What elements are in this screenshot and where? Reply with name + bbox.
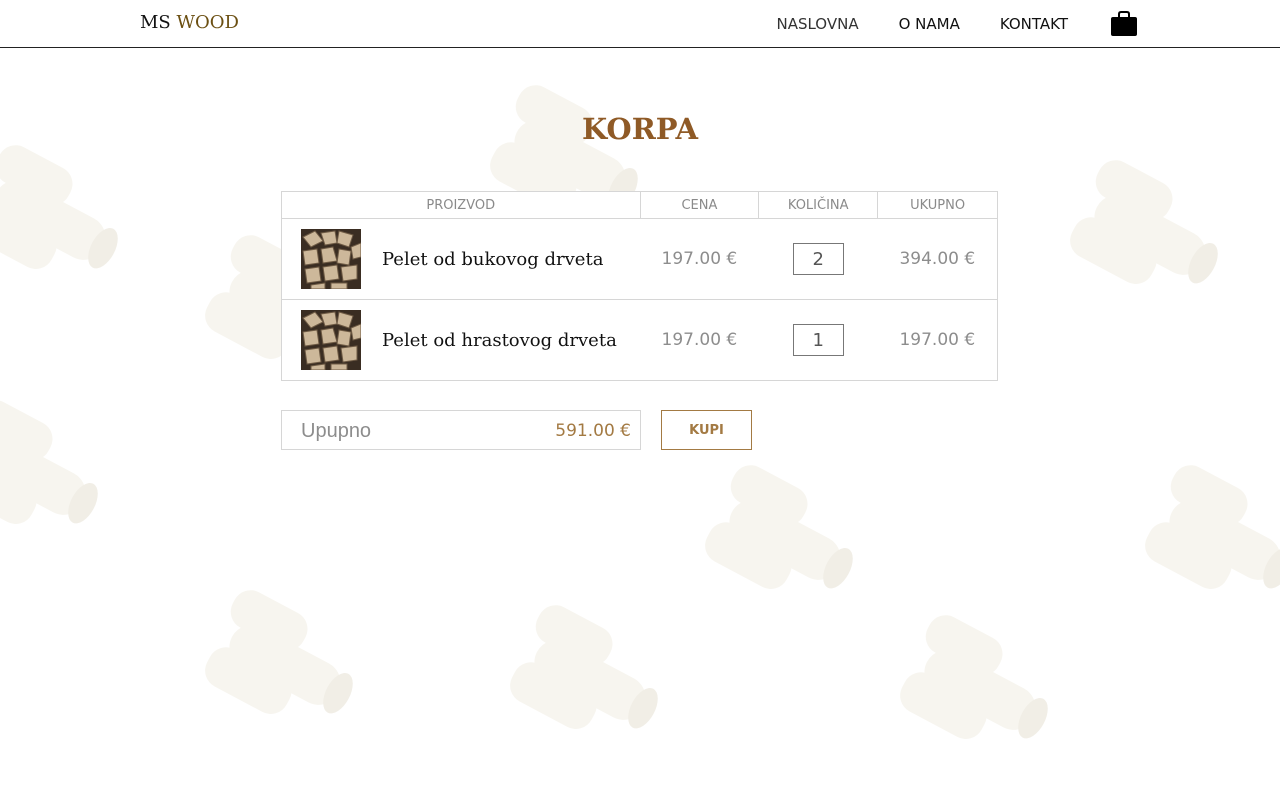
column-header-quantity: KOLIČINA [758,191,879,219]
summary-label: Upupno [301,420,372,442]
cart-summary: Upupno 591.00 € [281,410,641,450]
main-nav: NASLOVNA O NAMA KONTAKT [736,0,1138,48]
product-total: 394.00 € [899,249,976,269]
wood-pellet-thumbnail [301,229,361,289]
cart-product-cell: Pelet od bukovog drveta [281,218,640,300]
summary-total-value: 591.00 € [555,421,631,441]
quantity-input[interactable] [792,324,844,356]
product-total: 197.00 € [899,330,976,350]
product-price: 197.00 € [661,249,738,269]
nav-link-kontakt[interactable]: KONTAKT [1000,15,1068,33]
cart-total-cell: 394.00 € [877,218,998,300]
wood-pellet-thumbnail [301,310,361,370]
column-header-product: PROIZVOD [281,191,641,219]
cart-table: PROIZVOD CENA KOLIČINA UKUPNO Pelet od b… [281,191,998,381]
shopping-bag-icon[interactable] [1110,11,1138,37]
column-header-total: UKUPNO [877,191,998,219]
cart-header-row: PROIZVOD CENA KOLIČINA UKUPNO [281,191,998,219]
cart-row: Pelet od hrastovog drveta 197.00 € 197.0… [281,299,998,381]
nav-link-naslovna[interactable]: NASLOVNA [776,15,858,33]
buy-button[interactable]: KUPI [661,410,752,450]
cart-quantity-cell [758,299,878,381]
cart-quantity-cell [758,218,878,300]
cart-price-cell: 197.00 € [640,299,759,381]
product-price: 197.00 € [661,330,738,350]
cart-product-cell: Pelet od hrastovog drveta [281,299,640,381]
logo-wood: WOOD [176,12,239,33]
cart-price-cell: 197.00 € [640,218,759,300]
logo-ms: MS [140,12,171,33]
cart-total-cell: 197.00 € [877,299,998,381]
nav-link-o-nama[interactable]: O NAMA [899,15,960,33]
column-header-price: CENA [639,191,760,219]
site-logo[interactable]: MS WOOD [140,12,239,33]
page-title: KORPA [582,112,698,146]
product-name[interactable]: Pelet od bukovog drveta [382,249,603,270]
cart-row: Pelet od bukovog drveta 197.00 € 394.00 … [281,218,998,300]
quantity-input[interactable] [792,243,844,275]
product-name[interactable]: Pelet od hrastovog drveta [382,330,617,351]
site-header: MS WOOD NASLOVNA O NAMA KONTAKT [0,0,1280,48]
